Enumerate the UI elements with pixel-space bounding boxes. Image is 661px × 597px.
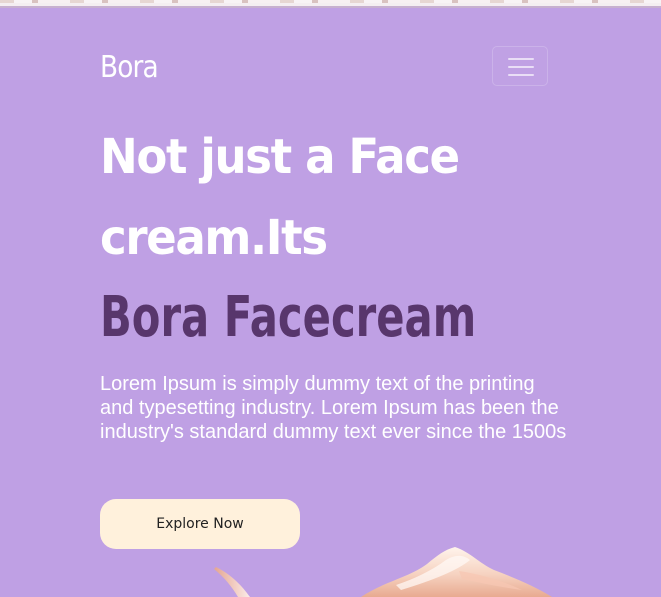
hamburger-icon xyxy=(508,57,534,77)
top-image-strip xyxy=(0,0,661,8)
hamburger-line-top xyxy=(508,58,534,60)
hamburger-line-middle xyxy=(508,66,534,68)
navbar: Bora xyxy=(100,44,549,92)
hamburger-line-bottom xyxy=(508,74,534,76)
hero-page: Bora Not just a Face cream.Its Bora Face… xyxy=(0,0,661,597)
cream-swirl-image xyxy=(214,547,552,597)
headline-line-1: Not just a Face xyxy=(100,129,460,185)
explore-now-button[interactable]: Explore Now xyxy=(100,499,300,549)
hero-headline: Not just a Face cream.Its xyxy=(100,117,560,279)
product-name: Bora Facecream xyxy=(100,285,477,350)
headline-line-2: cream.Its xyxy=(100,210,328,266)
menu-toggle-button[interactable] xyxy=(492,46,548,86)
brand-logo[interactable]: Bora xyxy=(100,48,159,88)
hero-description: Lorem Ipsum is simply dummy text of the … xyxy=(100,373,567,443)
